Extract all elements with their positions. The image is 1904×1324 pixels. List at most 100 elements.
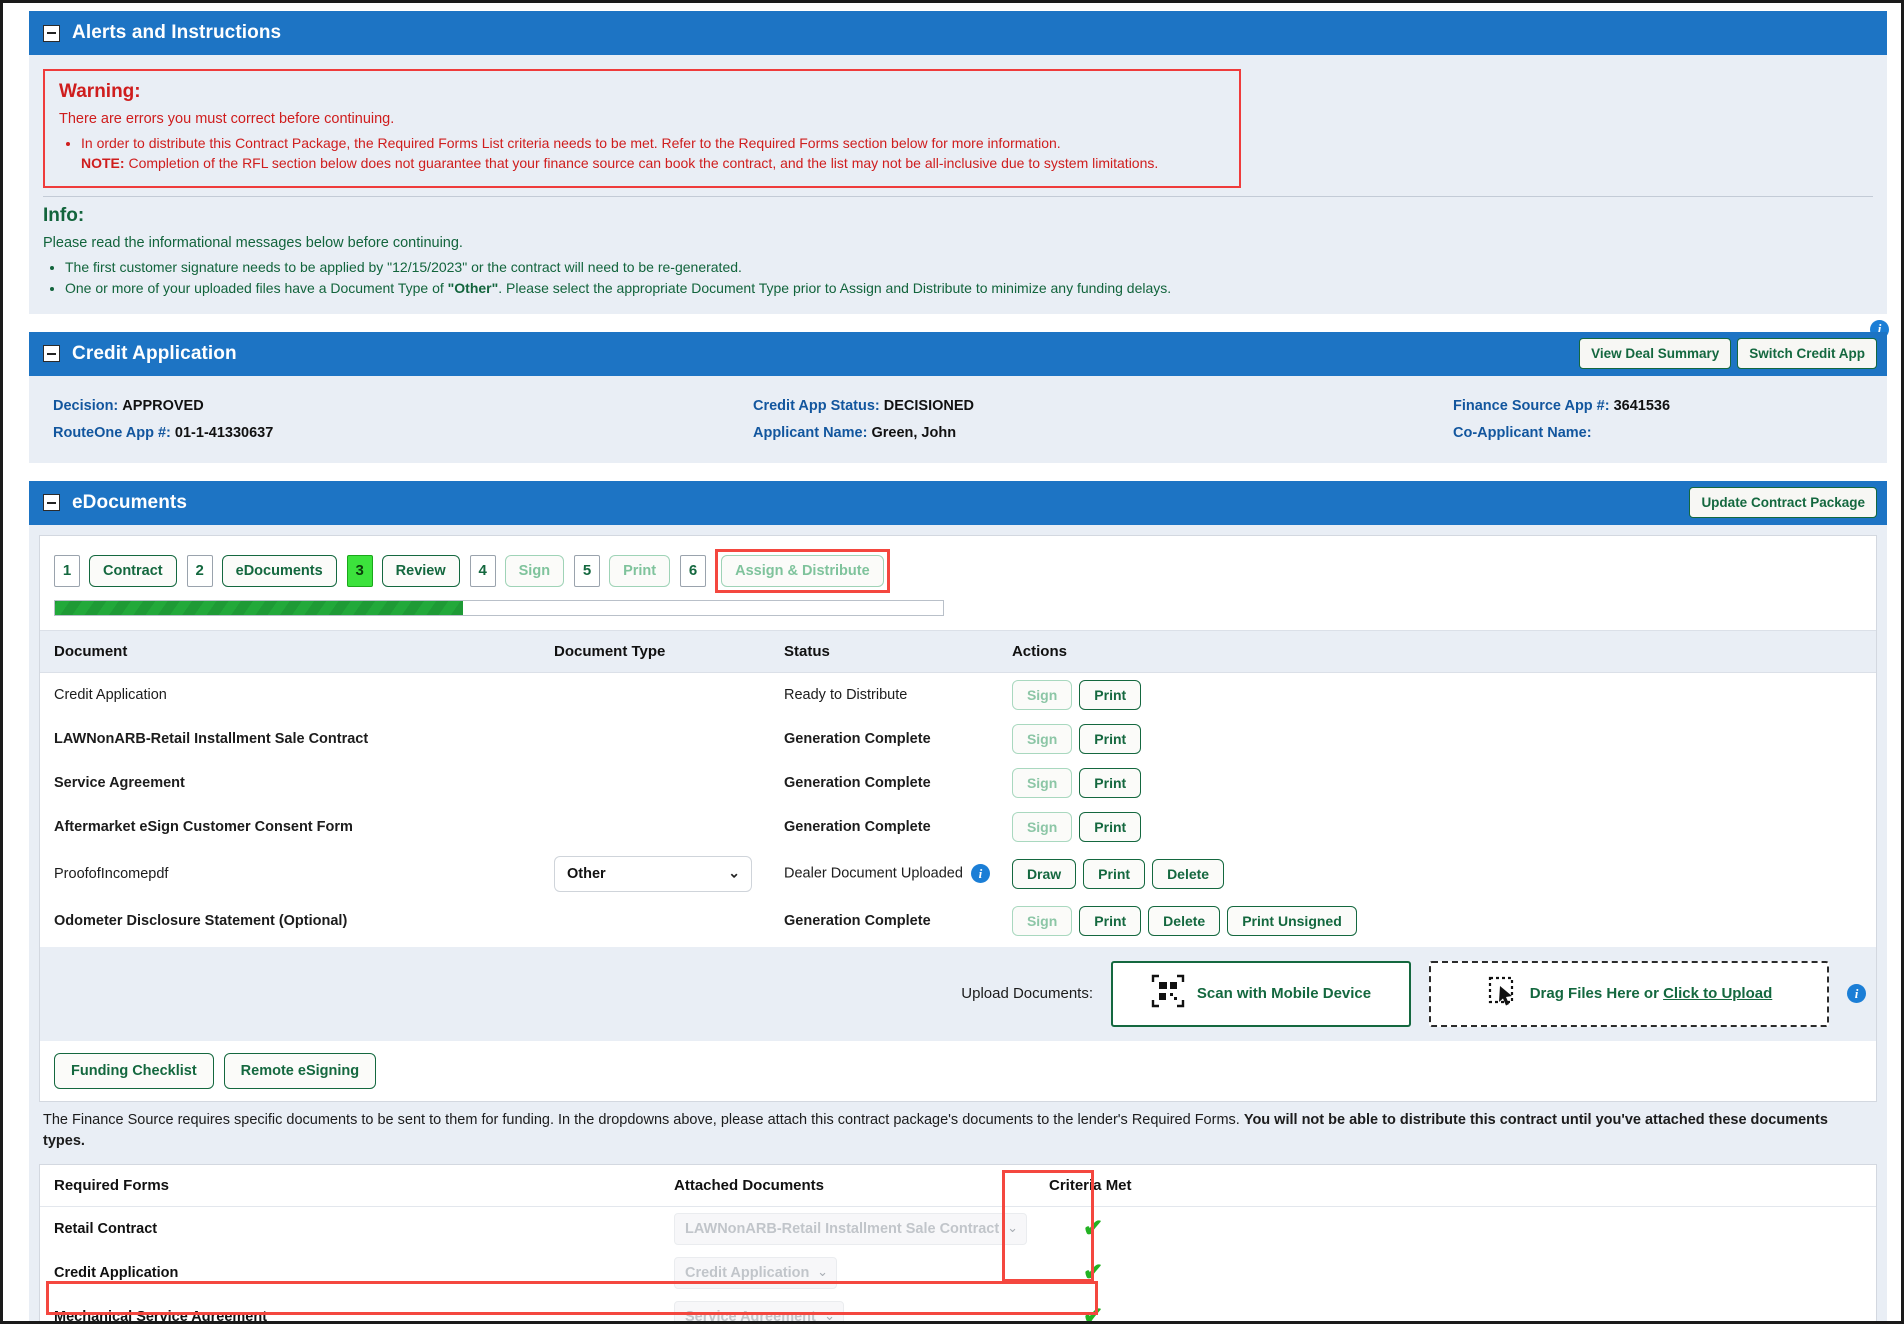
- field-routeone-app-value: 01-1-41330637: [174, 424, 274, 441]
- step-button-review[interactable]: Review: [381, 554, 460, 587]
- field-co-applicant-name: Co-Applicant Name:: [1453, 425, 1867, 441]
- wizard-progress-fill: [55, 600, 464, 615]
- criteria-met-cell: ✔: [1035, 1206, 1145, 1251]
- wizard-step-sign[interactable]: 4 Sign: [469, 554, 565, 587]
- field-applicant-name-label: Applicant Name:: [753, 424, 868, 441]
- check-icon: ✔: [1082, 1303, 1104, 1324]
- action-button-group: Sign Print: [1011, 679, 1868, 710]
- document-type-cell: [540, 716, 770, 761]
- step-number-2: 2: [186, 554, 213, 587]
- status-text: Generation Complete: [784, 774, 931, 791]
- edocuments-body: 1 Contract 2 eDocuments 3 Review 4 Sign: [29, 524, 1887, 1324]
- funding-checklist-button[interactable]: Funding Checklist: [54, 1052, 214, 1089]
- alerts-panel: Alerts and Instructions Warning: There a…: [29, 11, 1887, 314]
- action-button-print[interactable]: Print: [1079, 811, 1142, 842]
- actions-cell: Sign Print: [997, 760, 1876, 805]
- attached-document-cell: Credit Application ⌄: [660, 1251, 1035, 1295]
- step-number-3: 3: [346, 554, 373, 587]
- info-bullet-document-type: One or more of your uploaded files have …: [65, 278, 1873, 300]
- action-button-print[interactable]: Print: [1083, 858, 1146, 889]
- action-button-print-unsigned[interactable]: Print Unsigned: [1227, 905, 1357, 936]
- status-cell: Dealer Document Uploaded i: [770, 848, 998, 899]
- contract-package-page: Alerts and Instructions Warning: There a…: [0, 0, 1904, 1324]
- edocuments-actions: Update Contract Package: [1689, 487, 1877, 519]
- field-decision-value: APPROVED: [122, 397, 204, 414]
- action-button-draw[interactable]: Draw: [1011, 858, 1077, 889]
- collapse-minus-icon[interactable]: [43, 24, 60, 42]
- wizard-step-assign-distribute-number: 6: [680, 554, 707, 587]
- update-contract-package-button[interactable]: Update Contract Package: [1689, 487, 1877, 519]
- action-button-group: Sign Print Delete Print Unsigned: [1011, 905, 1868, 936]
- collapse-minus-icon[interactable]: [43, 494, 60, 512]
- qr-code-icon: [1151, 974, 1185, 1013]
- field-finance-source-app-value: 3641536: [1613, 397, 1671, 414]
- warning-bullet-list: In order to distribute this Contract Pac…: [59, 133, 1225, 174]
- scan-with-mobile-device-button[interactable]: Scan with Mobile Device: [1111, 960, 1411, 1027]
- field-applicant-name-value: Green, John: [871, 424, 957, 441]
- info-title: Info:: [43, 204, 85, 226]
- view-deal-summary-button[interactable]: View Deal Summary: [1579, 338, 1732, 370]
- alerts-panel-header[interactable]: Alerts and Instructions: [29, 11, 1887, 55]
- info-bullet-list: The first customer signature needs to be…: [43, 257, 1873, 300]
- wizard-step-edocuments[interactable]: 2 eDocuments: [186, 554, 337, 587]
- step-button-print[interactable]: Print: [609, 554, 671, 587]
- required-forms-note-part1: The Finance Source requires specific doc…: [43, 1111, 1244, 1128]
- chevron-down-icon: ⌄: [824, 1308, 835, 1324]
- required-forms-note: The Finance Source requires specific doc…: [39, 1102, 1877, 1164]
- action-button-print[interactable]: Print: [1079, 723, 1142, 754]
- spacer-cell: [1145, 1206, 1876, 1251]
- wizard-step-assign-distribute[interactable]: Assign & Distribute: [715, 548, 890, 593]
- status-cell: Generation Complete: [770, 898, 998, 943]
- status-cell: Ready to Distribute: [770, 672, 998, 717]
- table-row: Service Agreement Generation Complete Sign…: [40, 760, 1876, 805]
- step-button-contract[interactable]: Contract: [89, 554, 177, 587]
- document-type-cell: Other ⌄: [540, 848, 770, 899]
- col-required-forms: Required Forms: [40, 1165, 660, 1207]
- warning-note-text: Completion of the RFL section below does…: [124, 155, 1159, 172]
- step-button-edocuments[interactable]: eDocuments: [221, 554, 337, 587]
- wizard-step-contract[interactable]: 1 Contract: [54, 554, 177, 587]
- warning-bullet: In order to distribute this Contract Pac…: [81, 133, 1225, 174]
- actions-cell: Sign Print: [997, 716, 1876, 761]
- alerts-panel-title: Alerts and Instructions: [72, 22, 282, 43]
- credit-application-body: Decision: APPROVED Credit App Status: DE…: [29, 375, 1887, 463]
- field-finance-source-app: Finance Source App #: 3641536: [1453, 398, 1867, 414]
- action-button-print[interactable]: Print: [1079, 679, 1142, 710]
- remote-esigning-button[interactable]: Remote eSigning: [223, 1052, 377, 1089]
- actions-cell: Draw Print Delete: [997, 848, 1876, 899]
- status-cell: Generation Complete: [770, 760, 998, 805]
- click-to-upload-link[interactable]: Click to Upload: [1663, 985, 1772, 1002]
- action-button-print[interactable]: Print: [1079, 767, 1142, 798]
- document-type-cell: [540, 898, 770, 943]
- document-type-select[interactable]: Other: [554, 855, 752, 892]
- wizard-step-review[interactable]: 3 Review: [346, 554, 460, 587]
- document-name-cell: ProofofIncomepdf: [40, 848, 540, 899]
- action-button-group: Sign Print: [1011, 767, 1868, 798]
- action-button-group: Sign Print: [1011, 811, 1868, 842]
- document-name-cell: Service Agreement: [40, 760, 540, 805]
- action-button-delete[interactable]: Delete: [1148, 905, 1221, 936]
- check-icon: ✔: [1082, 1215, 1104, 1242]
- drag-files-dropzone[interactable]: Drag Files Here or Click to Upload: [1429, 960, 1829, 1027]
- credit-application-header[interactable]: Credit Application View Deal Summary Swi…: [29, 331, 1887, 376]
- switch-credit-app-button[interactable]: Switch Credit App: [1737, 338, 1877, 370]
- upload-info-icon[interactable]: i: [1847, 984, 1866, 1004]
- status-cell: Generation Complete: [770, 804, 998, 849]
- warning-title: Warning:: [59, 81, 141, 102]
- action-button-group: Sign Print: [1011, 723, 1868, 754]
- step-button-sign[interactable]: Sign: [504, 554, 565, 587]
- upload-cursor-icon: [1486, 974, 1518, 1013]
- collapse-minus-icon[interactable]: [43, 345, 60, 363]
- step-button-assign-distribute[interactable]: Assign & Distribute: [721, 554, 884, 587]
- action-button-print[interactable]: Print: [1079, 905, 1142, 936]
- field-decision: Decision: APPROVED: [53, 398, 753, 414]
- wizard-step-print[interactable]: 5 Print: [574, 554, 671, 587]
- info-bullet-2-emphasis: "Other": [447, 280, 499, 297]
- attached-document-select: Credit Application: [674, 1257, 837, 1289]
- info-bullet-2-suffix: . Please select the appropriate Document…: [498, 280, 1172, 297]
- drag-files-label: Drag Files Here or Click to Upload: [1530, 985, 1773, 1002]
- row-info-icon[interactable]: i: [970, 864, 990, 884]
- edocuments-header[interactable]: eDocuments Update Contract Package: [29, 480, 1887, 525]
- action-button-delete[interactable]: Delete: [1152, 858, 1225, 889]
- status-text: Ready to Distribute: [784, 686, 908, 703]
